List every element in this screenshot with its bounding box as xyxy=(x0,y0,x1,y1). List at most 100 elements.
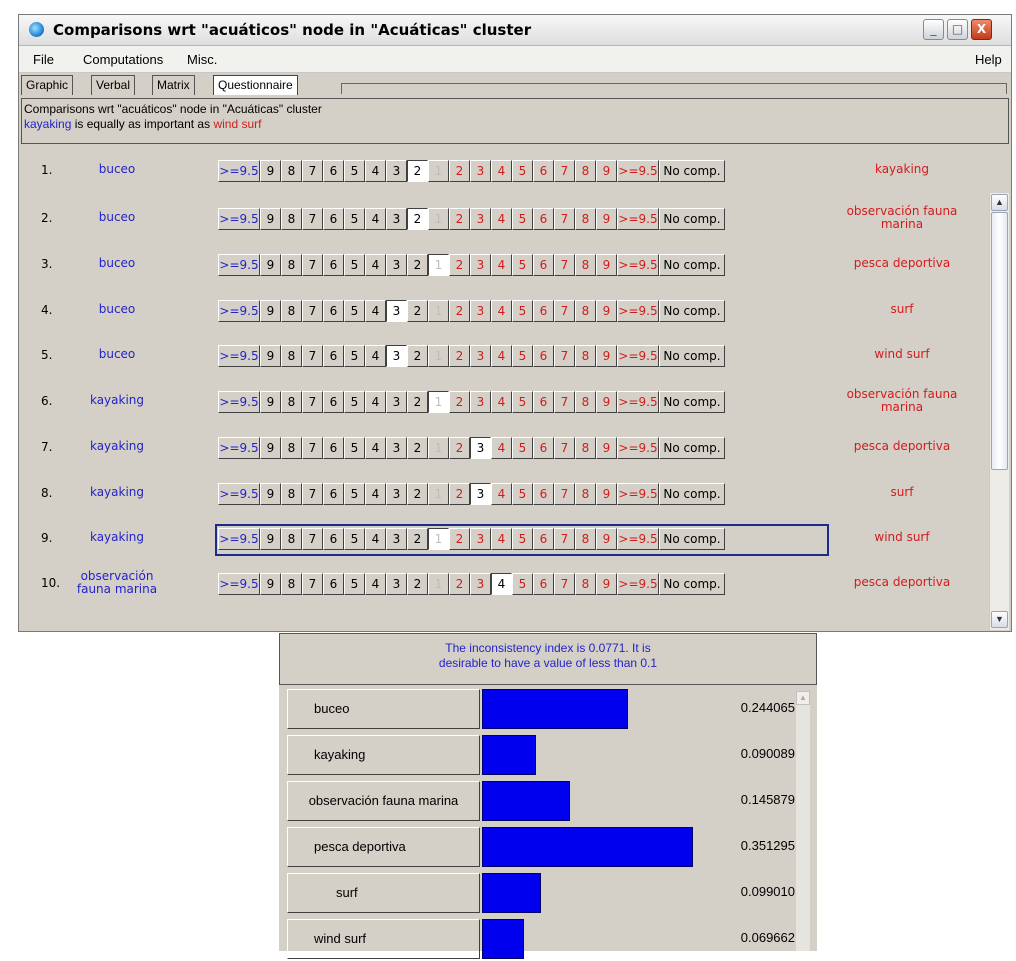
scale-equal-1[interactable]: 1 xyxy=(428,345,449,367)
questionnaire-scrollbar[interactable]: ▲ ▼ xyxy=(989,193,1009,630)
scale-right-8[interactable]: 8 xyxy=(575,345,596,367)
scale-left-3[interactable]: 3 xyxy=(386,483,407,505)
scale-right-3[interactable]: 3 xyxy=(470,391,491,413)
scale-left-5[interactable]: 5 xyxy=(344,483,365,505)
scale-right-7[interactable]: 7 xyxy=(554,483,575,505)
scale-right-8[interactable]: 8 xyxy=(575,254,596,276)
no-comparison-button[interactable]: No comp. xyxy=(659,391,725,413)
scale-left-4[interactable]: 4 xyxy=(365,254,386,276)
scale-right-8[interactable]: 8 xyxy=(575,208,596,230)
scale-left-9[interactable]: 9 xyxy=(260,300,281,322)
scale-left-ge9.5[interactable]: >=9.5 xyxy=(218,345,260,367)
scale-left-6[interactable]: 6 xyxy=(323,483,344,505)
scroll-thumb[interactable] xyxy=(991,212,1008,470)
scale-right-4[interactable]: 4 xyxy=(491,345,512,367)
scale-right-ge9.5[interactable]: >=9.5 xyxy=(617,391,659,413)
scale-right-ge9.5[interactable]: >=9.5 xyxy=(617,254,659,276)
scale-right-5[interactable]: 5 xyxy=(512,391,533,413)
scale-left-6[interactable]: 6 xyxy=(323,208,344,230)
scale-left-9[interactable]: 9 xyxy=(260,254,281,276)
scale-right-4[interactable]: 4 xyxy=(491,208,512,230)
scale-left-8[interactable]: 8 xyxy=(281,483,302,505)
scale-left-5[interactable]: 5 xyxy=(344,160,365,182)
scale-left-5[interactable]: 5 xyxy=(344,573,365,595)
scale-left-ge9.5[interactable]: >=9.5 xyxy=(218,483,260,505)
scale-left-8[interactable]: 8 xyxy=(281,208,302,230)
scale-right-4[interactable]: 4 xyxy=(491,254,512,276)
scale-right-9[interactable]: 9 xyxy=(596,483,617,505)
scale-left-3[interactable]: 3 xyxy=(386,300,407,322)
scale-right-5[interactable]: 5 xyxy=(512,160,533,182)
scale-right-5[interactable]: 5 xyxy=(512,573,533,595)
scale-right-ge9.5[interactable]: >=9.5 xyxy=(617,208,659,230)
scale-right-8[interactable]: 8 xyxy=(575,160,596,182)
scale-right-6[interactable]: 6 xyxy=(533,300,554,322)
scale-right-6[interactable]: 6 xyxy=(533,391,554,413)
scale-left-9[interactable]: 9 xyxy=(260,160,281,182)
scale-left-3[interactable]: 3 xyxy=(386,391,407,413)
scale-left-4[interactable]: 4 xyxy=(365,437,386,459)
scale-right-5[interactable]: 5 xyxy=(512,345,533,367)
scale-right-9[interactable]: 9 xyxy=(596,345,617,367)
scale-left-5[interactable]: 5 xyxy=(344,254,365,276)
scale-left-2[interactable]: 2 xyxy=(407,483,428,505)
scale-right-ge9.5[interactable]: >=9.5 xyxy=(617,160,659,182)
scale-left-ge9.5[interactable]: >=9.5 xyxy=(218,391,260,413)
scale-left-ge9.5[interactable]: >=9.5 xyxy=(218,254,260,276)
scale-left-9[interactable]: 9 xyxy=(260,437,281,459)
scale-right-6[interactable]: 6 xyxy=(533,345,554,367)
scale-right-3[interactable]: 3 xyxy=(470,300,491,322)
menu-computations[interactable]: Computations xyxy=(83,52,163,67)
scroll-up-icon[interactable]: ▲ xyxy=(796,691,810,705)
scale-right-9[interactable]: 9 xyxy=(596,254,617,276)
scroll-down-icon[interactable]: ▼ xyxy=(991,611,1008,628)
no-comparison-button[interactable]: No comp. xyxy=(659,483,725,505)
scale-left-ge9.5[interactable]: >=9.5 xyxy=(218,208,260,230)
no-comparison-button[interactable]: No comp. xyxy=(659,437,725,459)
scale-left-8[interactable]: 8 xyxy=(281,345,302,367)
scale-right-5[interactable]: 5 xyxy=(512,208,533,230)
scale-right-8[interactable]: 8 xyxy=(575,437,596,459)
scale-right-6[interactable]: 6 xyxy=(533,437,554,459)
scale-left-6[interactable]: 6 xyxy=(323,437,344,459)
scale-right-3[interactable]: 3 xyxy=(470,437,491,459)
scale-right-8[interactable]: 8 xyxy=(575,300,596,322)
scale-left-7[interactable]: 7 xyxy=(302,391,323,413)
scale-left-7[interactable]: 7 xyxy=(302,160,323,182)
scale-left-4[interactable]: 4 xyxy=(365,300,386,322)
scale-right-7[interactable]: 7 xyxy=(554,254,575,276)
scale-left-ge9.5[interactable]: >=9.5 xyxy=(218,437,260,459)
scale-left-ge9.5[interactable]: >=9.5 xyxy=(218,573,260,595)
scale-equal-1[interactable]: 1 xyxy=(428,483,449,505)
scale-right-ge9.5[interactable]: >=9.5 xyxy=(617,437,659,459)
scale-left-6[interactable]: 6 xyxy=(323,391,344,413)
scale-left-6[interactable]: 6 xyxy=(323,345,344,367)
scale-right-2[interactable]: 2 xyxy=(449,208,470,230)
scale-right-3[interactable]: 3 xyxy=(470,160,491,182)
scale-equal-1[interactable]: 1 xyxy=(428,160,449,182)
scale-left-9[interactable]: 9 xyxy=(260,208,281,230)
scale-left-3[interactable]: 3 xyxy=(386,254,407,276)
scale-right-2[interactable]: 2 xyxy=(449,483,470,505)
scale-left-5[interactable]: 5 xyxy=(344,345,365,367)
scale-right-3[interactable]: 3 xyxy=(470,483,491,505)
scale-left-ge9.5[interactable]: >=9.5 xyxy=(218,300,260,322)
scale-left-7[interactable]: 7 xyxy=(302,208,323,230)
scale-left-7[interactable]: 7 xyxy=(302,573,323,595)
scale-right-4[interactable]: 4 xyxy=(491,391,512,413)
scale-equal-1[interactable]: 1 xyxy=(428,208,449,230)
scale-left-9[interactable]: 9 xyxy=(260,573,281,595)
menu-file[interactable]: File xyxy=(33,52,54,67)
scale-right-6[interactable]: 6 xyxy=(533,160,554,182)
scale-right-4[interactable]: 4 xyxy=(491,437,512,459)
scale-right-4[interactable]: 4 xyxy=(491,483,512,505)
scale-left-3[interactable]: 3 xyxy=(386,437,407,459)
tab-graphic[interactable]: Graphic xyxy=(21,75,74,95)
scale-left-8[interactable]: 8 xyxy=(281,254,302,276)
scale-right-8[interactable]: 8 xyxy=(575,573,596,595)
scale-left-3[interactable]: 3 xyxy=(386,160,407,182)
scale-right-2[interactable]: 2 xyxy=(449,160,470,182)
scale-left-2[interactable]: 2 xyxy=(407,254,428,276)
scale-left-3[interactable]: 3 xyxy=(386,208,407,230)
scale-right-8[interactable]: 8 xyxy=(575,483,596,505)
